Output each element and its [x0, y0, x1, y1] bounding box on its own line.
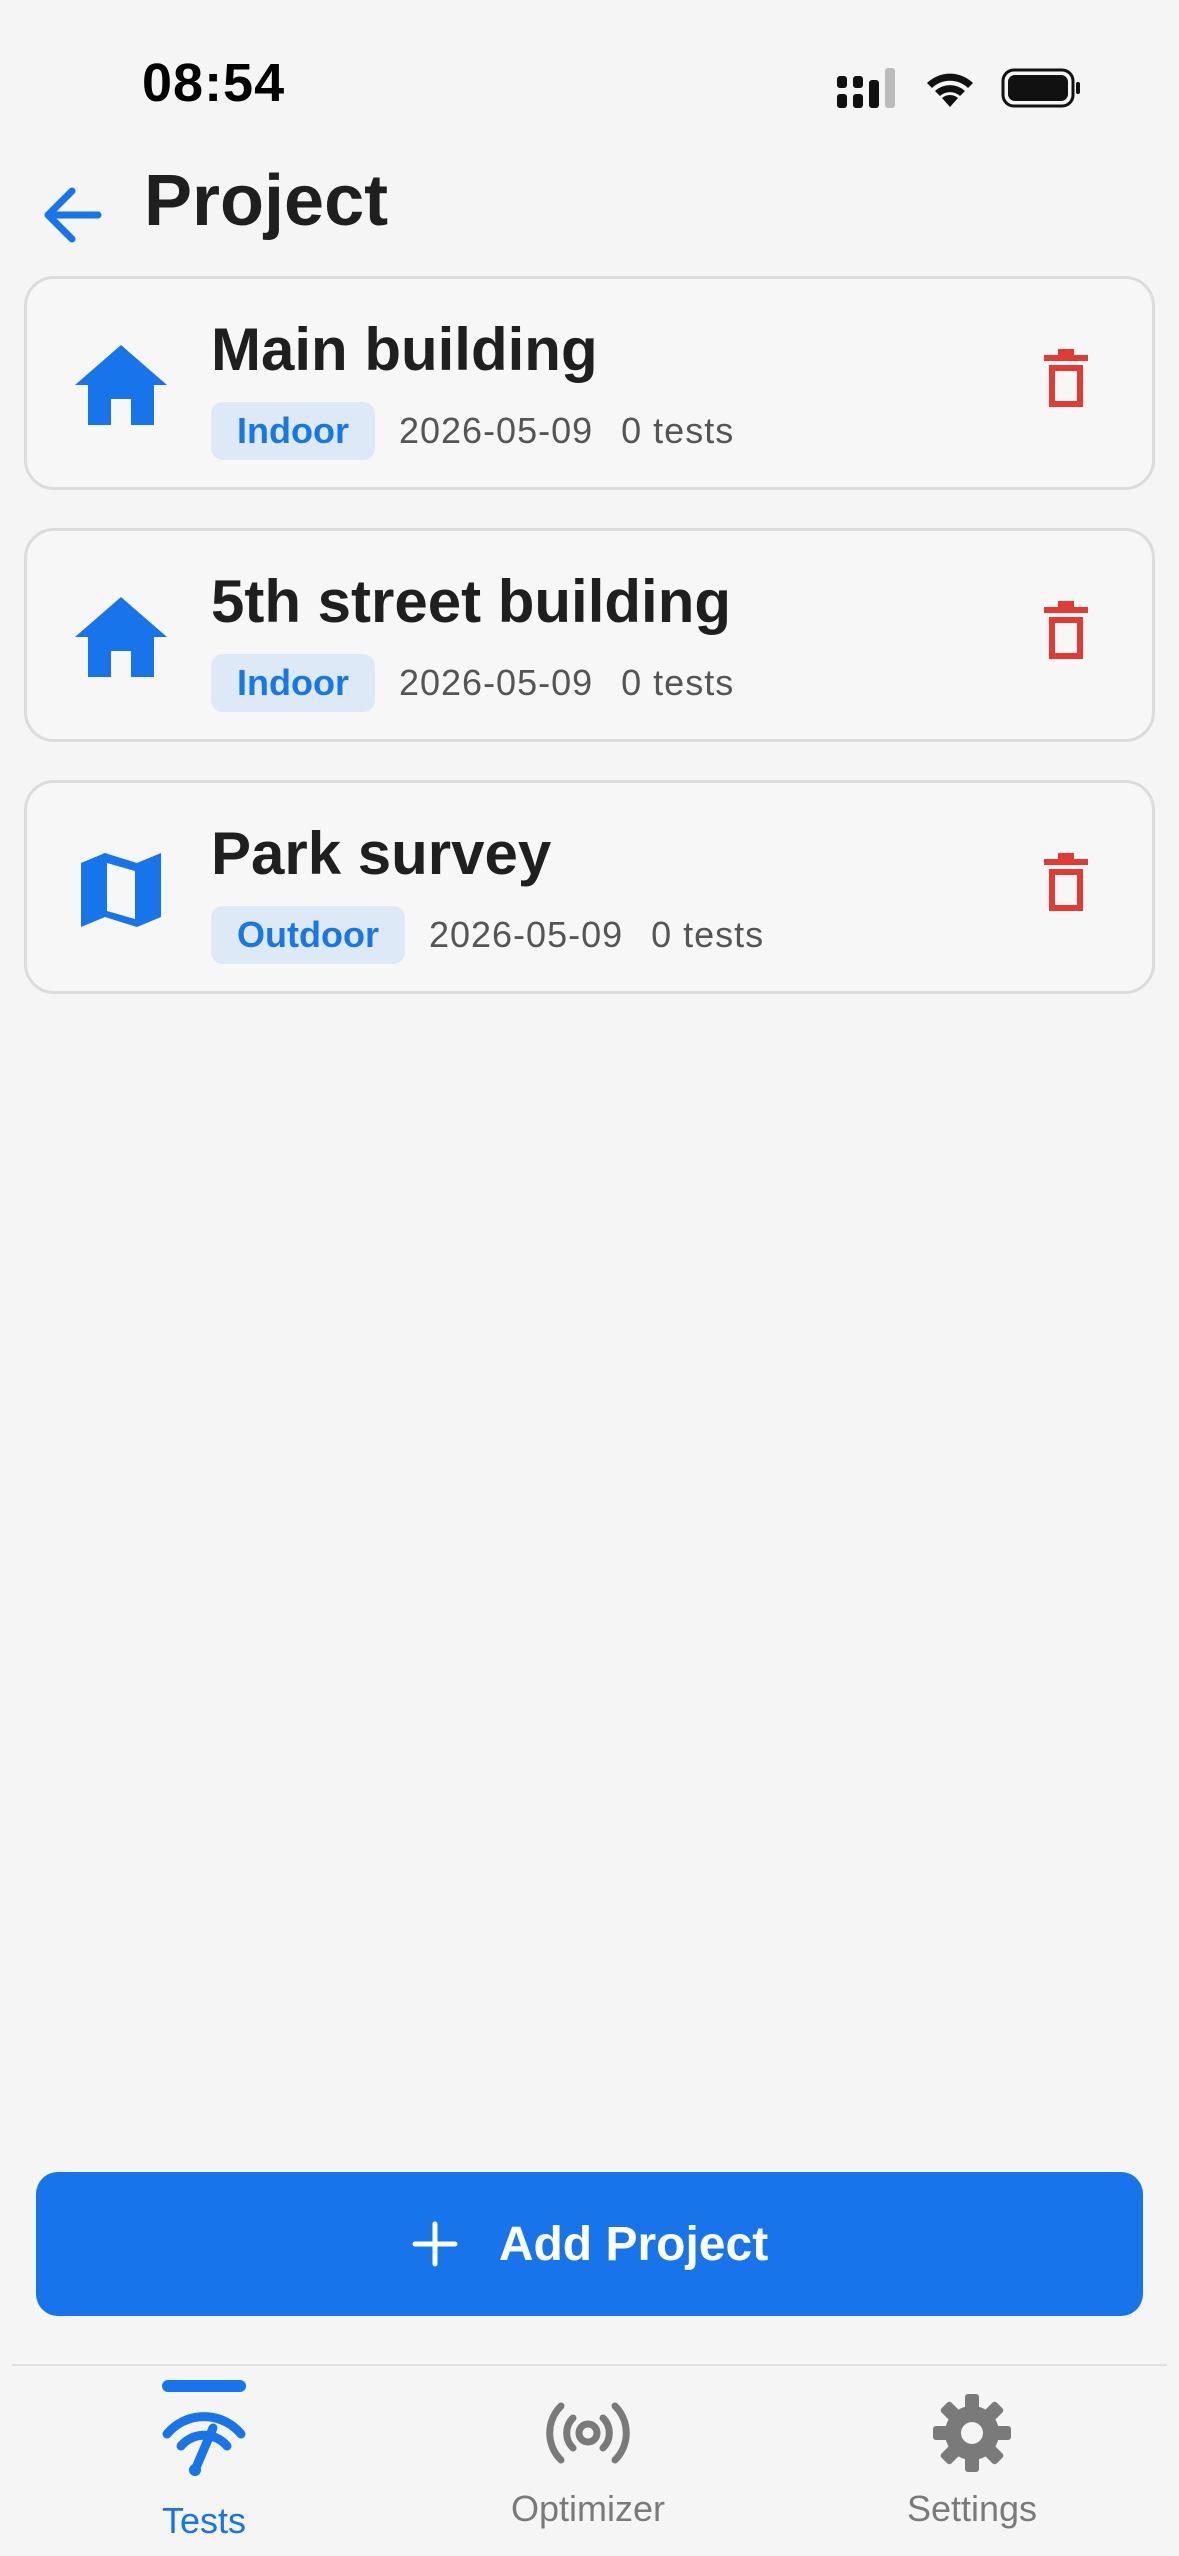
project-card[interactable]: Main building Indoor 2026-05-09 0 tests: [24, 276, 1155, 490]
project-list: Main building Indoor 2026-05-09 0 tests …: [24, 276, 1155, 1032]
back-arrow-icon: [44, 187, 102, 243]
page-title: Project: [144, 161, 389, 241]
project-date: 2026-05-09: [428, 914, 624, 955]
tab-label: Tests: [161, 2500, 247, 2541]
project-name: 5th street building: [211, 568, 732, 635]
project-test-count: 0 tests: [621, 662, 735, 703]
tab-tests[interactable]: Tests: [54, 2364, 354, 2556]
delete-button[interactable]: [1042, 601, 1090, 661]
map-icon: [71, 845, 171, 935]
project-name: Main building: [211, 316, 598, 383]
trash-icon: [1044, 349, 1088, 407]
tab-settings[interactable]: Settings: [822, 2364, 1122, 2556]
delete-button[interactable]: [1042, 853, 1090, 913]
tab-active-indicator: [162, 2380, 246, 2392]
project-card[interactable]: Park survey Outdoor 2026-05-09 0 tests: [24, 780, 1155, 994]
project-type-badge: Indoor: [211, 654, 375, 712]
project-type-badge: Indoor: [211, 402, 375, 460]
project-name: Park survey: [211, 820, 552, 887]
battery-icon: [1001, 68, 1080, 108]
project-meta: Indoor 2026-05-09 0 tests: [211, 402, 735, 460]
project-test-count: 0 tests: [621, 410, 735, 451]
status-time: 08:54: [142, 53, 286, 113]
add-project-label: Add Project: [498, 2217, 769, 2271]
tab-bar: Tests Optimizer Settings: [0, 2364, 1179, 2556]
home-icon: [71, 341, 171, 431]
speedometer-wifi-icon: [162, 2412, 246, 2476]
tab-optimizer[interactable]: Optimizer: [438, 2364, 738, 2556]
tab-label: Optimizer: [510, 2488, 666, 2529]
project-card[interactable]: 5th street building Indoor 2026-05-09 0 …: [24, 528, 1155, 742]
header: Project: [0, 150, 1179, 270]
delete-button[interactable]: [1042, 349, 1090, 409]
project-meta: Indoor 2026-05-09 0 tests: [211, 654, 735, 712]
add-project-button[interactable]: Add Project: [36, 2172, 1143, 2316]
project-test-count: 0 tests: [651, 914, 765, 955]
tab-label: Settings: [906, 2488, 1038, 2529]
project-date: 2026-05-09: [398, 662, 594, 703]
gear-icon: [933, 2394, 1011, 2472]
project-date: 2026-05-09: [398, 410, 594, 451]
status-bar: 08:54: [0, 0, 1179, 150]
project-meta: Outdoor 2026-05-09 0 tests: [211, 906, 765, 964]
home-icon: [71, 593, 171, 683]
status-icons: [835, 62, 1083, 114]
project-type-badge: Outdoor: [211, 906, 405, 964]
signal-icon: [837, 68, 895, 108]
trash-icon: [1044, 853, 1088, 911]
broadcast-icon: [546, 2402, 630, 2464]
trash-icon: [1044, 601, 1088, 659]
back-button[interactable]: [36, 180, 106, 250]
wifi-icon: [927, 73, 973, 107]
plus-icon: [412, 2221, 458, 2267]
